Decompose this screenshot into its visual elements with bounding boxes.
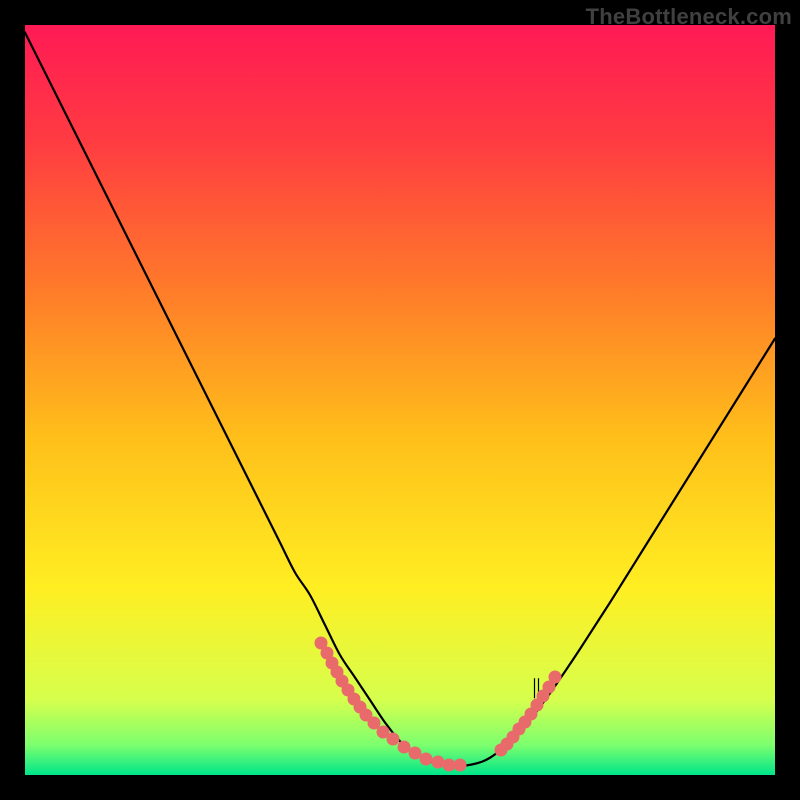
highlight-dots-layer bbox=[25, 25, 775, 775]
highlight-dot bbox=[454, 758, 467, 771]
chart-container: TheBottleneck.com bbox=[0, 0, 800, 800]
highlight-dot bbox=[549, 670, 562, 683]
